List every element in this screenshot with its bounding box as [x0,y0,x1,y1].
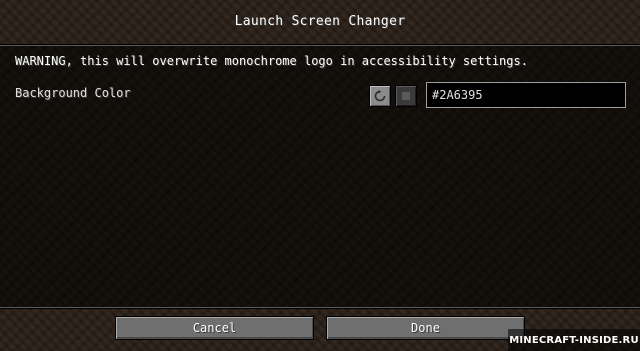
reset-arrow-icon [374,90,386,102]
reset-button[interactable] [369,85,391,107]
color-preview-swatch[interactable] [395,85,417,107]
screen-title: Launch Screen Changer [234,14,406,29]
cancel-button[interactable]: Cancel [115,316,314,340]
screen-header: Launch Screen Changer [0,0,640,44]
done-button[interactable]: Done [326,316,525,340]
color-preview-chip [402,92,410,100]
settings-list[interactable]: WARNING, this will overwrite monochrome … [0,44,640,309]
watermark: MINECRAFT-INSIDE.RU [508,329,640,351]
warning-text: WARNING, this will overwrite monochrome … [15,54,528,68]
background-color-hex-input[interactable] [426,82,626,108]
background-color-label: Background Color [15,86,131,100]
